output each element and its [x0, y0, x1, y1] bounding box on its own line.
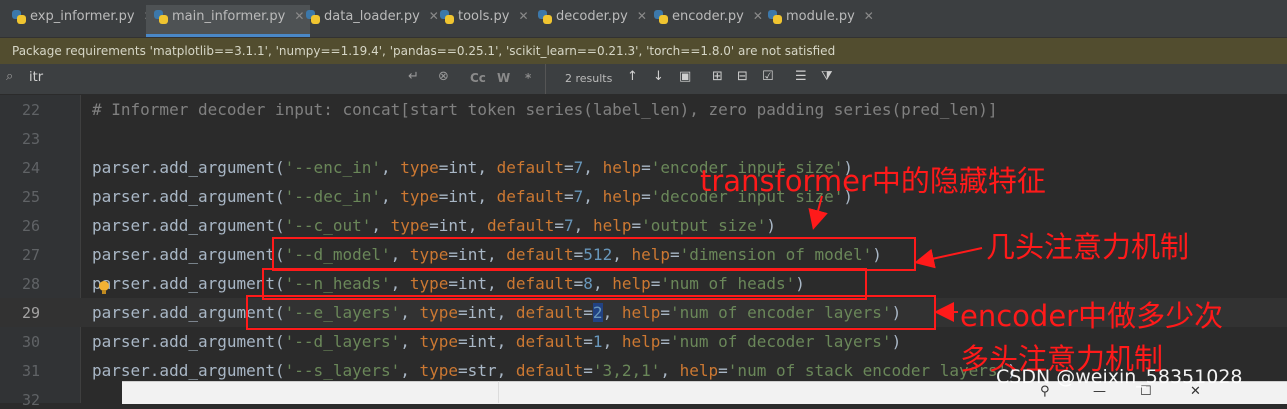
overlay-divider: [498, 381, 499, 403]
arrow-to-dec-in: [808, 195, 828, 230]
annotation-encoder-1: encoder中做多少次: [960, 299, 1224, 333]
annotation-heads: 几头注意力机制: [986, 230, 1190, 264]
watermark: CSDN @weixin_58351028: [996, 366, 1243, 388]
arrow-to-d-model: [914, 247, 983, 269]
annotation-transformer: transformer中的隐藏特征: [700, 164, 1046, 198]
